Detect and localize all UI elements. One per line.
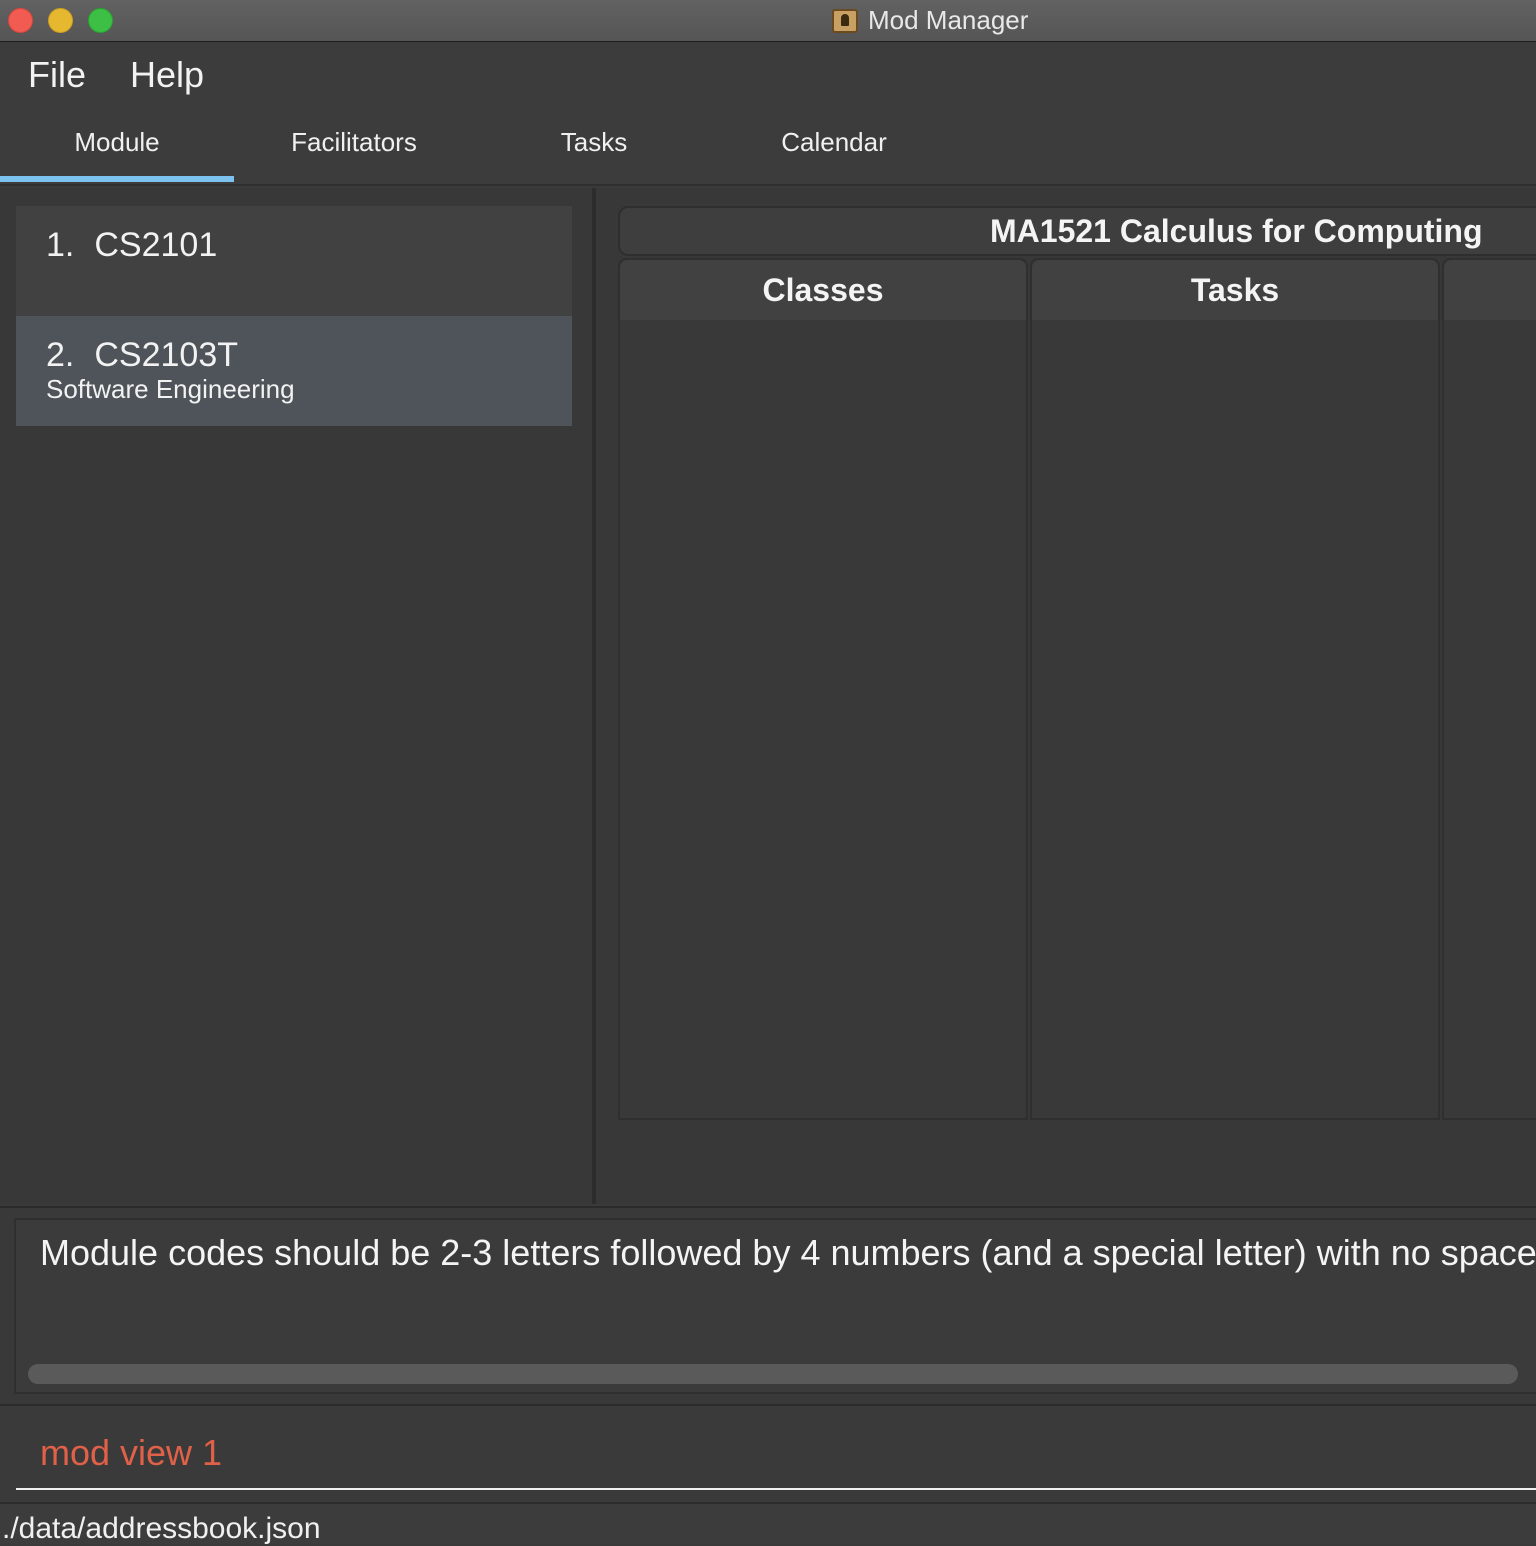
module-list-item[interactable]: 1. CS2101	[16, 206, 572, 316]
minimize-window-button[interactable]	[48, 8, 73, 33]
window-title: Mod Manager	[868, 5, 1029, 35]
module-code: 2. CS2103T	[46, 336, 238, 375]
tasks-header: Tasks	[1032, 260, 1438, 320]
classes-header: Classes	[620, 260, 1026, 320]
module-index: 2.	[46, 336, 75, 374]
module-code: 1. CS2101	[46, 226, 217, 265]
close-window-button[interactable]	[8, 8, 33, 33]
tab-calendar[interactable]: Calendar	[714, 110, 954, 182]
status-bar: ./data/addressbook.json	[0, 1502, 1536, 1545]
title-bar: Mod Manager	[0, 0, 1536, 42]
extra-panel[interactable]	[1442, 258, 1536, 1120]
module-index: 1.	[46, 226, 75, 264]
tab-module[interactable]: Module	[0, 110, 234, 182]
module-detail-title-text: MA1521 Calculus for Computing	[990, 213, 1483, 249]
app-contacts-icon	[832, 9, 858, 33]
module-name: Software Engineering	[46, 374, 295, 404]
module-code-text: CS2101	[94, 226, 218, 264]
menu-bar: File Help	[0, 42, 1536, 110]
tab-tasks[interactable]: Tasks	[474, 110, 714, 182]
menu-help[interactable]: Help	[130, 54, 204, 96]
result-horizontal-scrollbar[interactable]	[28, 1364, 1518, 1384]
save-location-path: ./data/addressbook.json	[2, 1512, 321, 1545]
module-code-text: CS2103T	[94, 336, 238, 374]
command-input[interactable]	[16, 1418, 1536, 1490]
result-message: Module codes should be 2-3 letters follo…	[40, 1232, 1536, 1273]
tasks-panel[interactable]: Tasks	[1030, 258, 1440, 1120]
module-detail-title: MA1521 Calculus for Computing	[618, 206, 1536, 256]
tab-facilitators[interactable]: Facilitators	[234, 110, 474, 182]
classes-panel[interactable]: Classes	[618, 258, 1028, 1120]
module-list-item-selected[interactable]: 2. CS2103T Software Engineering	[16, 316, 572, 426]
maximize-window-button[interactable]	[88, 8, 113, 33]
extra-header	[1444, 260, 1536, 320]
tab-bar: Module Facilitators Tasks Calendar	[0, 110, 1536, 186]
menu-file[interactable]: File	[28, 54, 86, 96]
